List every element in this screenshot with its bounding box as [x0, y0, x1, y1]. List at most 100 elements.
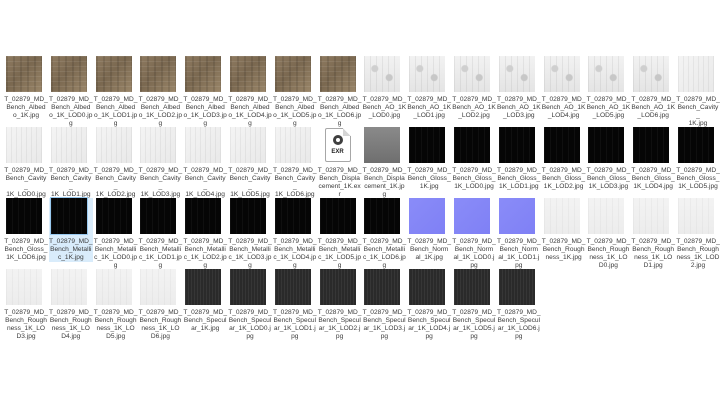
- image-thumbnail: [454, 198, 490, 234]
- image-thumbnail: [409, 127, 446, 163]
- file-name-label: T_02879_MD_ Bench_Norm al_1K.jpg: [407, 238, 451, 261]
- file-name-label: T_02879_MD_ Bench_Gloss_ 1K_LOD1.jpg: [496, 167, 541, 190]
- file-item[interactable]: T_02879_MD_ Bench_Specul ar_1K_LOD4.j pg: [407, 269, 451, 341]
- file-name-label: T_02879_MD_ Bench_Metalli c_1K_LOD4.jp g: [272, 238, 317, 269]
- image-thumbnail: [185, 269, 222, 305]
- file-item[interactable]: T_02879_MD_ Bench_Cavity_ 1K_LOD0.jpg: [4, 127, 48, 199]
- file-item[interactable]: T_02879_MD_ Bench_Gloss_ 1K_LOD5.jpg: [676, 127, 720, 191]
- file-item[interactable]: T_02879_MD_ Bench_Albed o_1K_LOD2.jp g: [138, 56, 182, 128]
- image-thumbnail: [6, 56, 42, 92]
- file-name-label: T_02879_MD_ Bench_Albed o_1K_LOD5.jp g: [272, 96, 317, 127]
- file-name-label: T_02879_MD_ Bench_Cavity_ 1K_LOD0.jpg: [4, 167, 48, 198]
- file-item[interactable]: T_02879_MD_ Bench_Albed o_1K.jpg: [4, 56, 48, 120]
- file-item[interactable]: T_02879_MD_ Bench_AO_1K _LOD0.jpg: [362, 56, 406, 120]
- file-item[interactable]: T_02879_MD_ Bench_Metalli c_1K_LOD1.jp g: [138, 198, 182, 270]
- file-item[interactable]: T_02879_MD_ Bench_Rough ness_1K_LO D5.jpg: [94, 269, 138, 341]
- file-item[interactable]: T_02879_MD_ Bench_Metalli c_1K_LOD4.jp g: [273, 198, 317, 270]
- file-item[interactable]: T_02879_MD_ Bench_Albed o_1K_LOD0.jp g: [49, 56, 93, 128]
- file-item[interactable]: T_02879_MD_ Bench_Rough ness_1K_LO D1.jpg: [631, 198, 675, 270]
- file-item[interactable]: T_02879_MD_ Bench_AO_1K _LOD1.jpg: [407, 56, 451, 120]
- file-item[interactable]: T_02879_MD_ Bench_Cavity_ 1K_LOD2.jpg: [94, 127, 138, 199]
- file-item[interactable]: T_02879_MD_ Bench_Cavity_ 1K_LOD4.jpg: [183, 127, 227, 199]
- file-item[interactable]: T_02879_MD_ Bench_Norm al_1K_LOD1.j pg: [497, 198, 541, 270]
- file-name-label: T_02879_MD_ Bench_Specul ar_1K_LOD3.j pg: [362, 309, 407, 340]
- file-item[interactable]: T_02879_MD_ Bench_Metalli c_1K_LOD6.jp g: [362, 198, 406, 270]
- image-thumbnail: [543, 56, 580, 92]
- file-name-label: T_02879_MD_ Bench_Cavity_ 1K_LOD6.jpg: [272, 167, 317, 198]
- image-thumbnail: [185, 127, 222, 163]
- file-item[interactable]: T_02879_MD_ Bench_Gloss_ 1K_LOD4.jpg: [631, 127, 675, 191]
- file-name-label: T_02879_MD_ Bench_Metalli c_1K_LOD1.jp g: [138, 238, 183, 269]
- file-item[interactable]: T_02879_MD_ Bench_Metalli c_1K_LOD2.jp g: [183, 198, 227, 270]
- file-item[interactable]: T_02879_MD_ Bench_Cavity_ 1K.jpg: [676, 56, 720, 128]
- file-item[interactable]: T_02879_MD_ Bench_Norm al_1K.jpg: [407, 198, 451, 262]
- file-name-label: T_02879_MD_ Bench_Metalli c_1K_LOD5.jp g: [317, 238, 362, 269]
- file-item[interactable]: T_02879_MD_ Bench_Specul ar_1K_LOD6.j pg: [497, 269, 541, 341]
- file-item[interactable]: T_02879_MD_ Bench_Specul ar_1K_LOD3.j pg: [362, 269, 406, 341]
- image-thumbnail: [319, 269, 356, 305]
- file-item[interactable]: T_02879_MD_ Bench_Albed o_1K_LOD1.jp g: [94, 56, 138, 128]
- file-item[interactable]: T_02879_MD_ Bench_AO_1K _LOD5.jpg: [586, 56, 630, 120]
- file-item[interactable]: T_02879_MD_ Bench_Specul ar_1K_LOD5.j pg: [452, 269, 496, 341]
- file-name-label: T_02879_MD_ Bench_Norm al_1K_LOD1.j pg: [496, 238, 541, 269]
- file-item[interactable]: T_02879_MD_ Bench_Specul ar_1K_LOD0.j pg: [228, 269, 272, 341]
- file-item[interactable]: T_02879_MD_ Bench_Specul ar_1K.jpg: [183, 269, 227, 333]
- file-name-label: T_02879_MD_ Bench_Specul ar_1K_LOD5.j pg: [452, 309, 496, 340]
- file-item[interactable]: T_02879_MD_ Bench_Cavity_ 1K_LOD1.jpg: [49, 127, 93, 199]
- file-item[interactable]: T_02879_MD_ Bench_Rough ness_1K_LO D0.jpg: [586, 198, 630, 270]
- file-item[interactable]: T_02879_MD_ Bench_Rough ness_1K_LO D6.jpg: [138, 269, 182, 341]
- file-item[interactable]: T_02879_MD_ Bench_Cavity_ 1K_LOD5.jpg: [228, 127, 272, 199]
- file-item[interactable]: T_02879_MD_ Bench_Metalli c_1K.jpg: [48, 197, 93, 262]
- image-thumbnail: [409, 269, 446, 305]
- file-item[interactable]: T_02879_MD_ Bench_Albed o_1K_LOD3.jp g: [183, 56, 227, 128]
- image-thumbnail: [6, 127, 42, 163]
- file-item[interactable]: T_02879_MD_ Bench_AO_1K _LOD3.jpg: [497, 56, 541, 120]
- file-item[interactable]: T_02879_MD_ Bench_Gloss_ 1K_LOD0.jpg: [452, 127, 496, 191]
- file-item[interactable]: EXR T_02879_MD_ Bench_Displa cement_1K.ex r: [318, 127, 362, 199]
- file-item[interactable]: T_02879_MD_ Bench_Gloss_ 1K.jpg: [407, 127, 451, 191]
- file-name-label: T_02879_MD_ Bench_Displa cement_1K.jp g: [362, 167, 407, 198]
- file-name-label: T_02879_MD_ Bench_Rough ness_1K.jpg: [541, 238, 586, 261]
- file-item[interactable]: T_02879_MD_ Bench_Metalli c_1K_LOD3.jp g: [228, 198, 272, 270]
- file-name-label: T_02879_MD_ Bench_Albed o_1K_LOD1.jp g: [93, 96, 138, 127]
- file-name-label: T_02879_MD_ Bench_Albed o_1K.jpg: [4, 96, 48, 119]
- image-thumbnail: [678, 198, 714, 234]
- image-thumbnail: [498, 127, 535, 163]
- file-item[interactable]: T_02879_MD_ Bench_Gloss_ 1K_LOD3.jpg: [586, 127, 630, 191]
- image-thumbnail: [274, 127, 311, 163]
- image-thumbnail: [633, 127, 670, 163]
- file-item[interactable]: T_02879_MD_ Bench_Norm al_1K_LOD0.j pg: [452, 198, 496, 270]
- image-thumbnail: [498, 198, 535, 234]
- image-thumbnail: [678, 127, 714, 163]
- image-thumbnail: [95, 269, 132, 305]
- file-item[interactable]: T_02879_MD_ Bench_Specul ar_1K_LOD2.j pg: [318, 269, 362, 341]
- file-item[interactable]: T_02879_MD_ Bench_AO_1K _LOD6.jpg: [631, 56, 675, 120]
- file-item[interactable]: T_02879_MD_ Bench_Specul ar_1K_LOD1.j pg: [273, 269, 317, 341]
- file-item[interactable]: T_02879_MD_ Bench_Gloss_ 1K_LOD1.jpg: [497, 127, 541, 191]
- image-thumbnail: [364, 56, 401, 92]
- file-name-label: T_02879_MD_ Bench_Albed o_1K_LOD3.jp g: [183, 96, 227, 127]
- document-icon: EXR: [324, 128, 351, 162]
- file-item[interactable]: T_02879_MD_ Bench_Albed o_1K_LOD4.jp g: [228, 56, 272, 128]
- file-item[interactable]: T_02879_MD_ Bench_Rough ness_1K_LO D3.jpg: [4, 269, 48, 341]
- file-item[interactable]: T_02879_MD_ Bench_AO_1K _LOD4.jpg: [542, 56, 586, 120]
- file-item[interactable]: T_02879_MD_ Bench_Gloss_ 1K_LOD2.jpg: [542, 127, 586, 191]
- file-item[interactable]: T_02879_MD_ Bench_AO_1K _LOD2.jpg: [452, 56, 496, 120]
- image-thumbnail: [230, 198, 266, 234]
- file-item[interactable]: T_02879_MD_ Bench_Displa cement_1K.jp g: [362, 127, 406, 199]
- file-item[interactable]: T_02879_MD_ Bench_Rough ness_1K_LOD 2.jpg: [676, 198, 720, 270]
- file-item[interactable]: T_02879_MD_ Bench_Metalli c_1K_LOD0.jp g: [94, 198, 138, 270]
- file-item[interactable]: T_02879_MD_ Bench_Albed o_1K_LOD6.jp g: [318, 56, 362, 128]
- file-name-label: T_02879_MD_ Bench_Cavity_ 1K_LOD5.jpg: [228, 167, 272, 198]
- file-item[interactable]: T_02879_MD_ Bench_Gloss_ 1K_LOD6.jpg: [4, 198, 48, 262]
- image-thumbnail: [50, 127, 87, 163]
- file-name-label: T_02879_MD_ Bench_Norm al_1K_LOD0.j pg: [452, 238, 496, 269]
- file-item[interactable]: T_02879_MD_ Bench_Cavity_ 1K_LOD6.jpg: [273, 127, 317, 199]
- file-item[interactable]: T_02879_MD_ Bench_Cavity_ 1K_LOD3.jpg: [138, 127, 182, 199]
- file-item[interactable]: T_02879_MD_ Bench_Rough ness_1K.jpg: [542, 198, 586, 262]
- file-item[interactable]: T_02879_MD_ Bench_Albed o_1K_LOD5.jp g: [273, 56, 317, 128]
- file-item[interactable]: T_02879_MD_ Bench_Rough ness_1K_LO D4.jpg: [49, 269, 93, 341]
- image-thumbnail: [543, 198, 580, 234]
- file-name-label: T_02879_MD_ Bench_Metalli c_1K.jpg: [48, 238, 93, 261]
- file-item[interactable]: T_02879_MD_ Bench_Metalli c_1K_LOD5.jp g: [318, 198, 362, 270]
